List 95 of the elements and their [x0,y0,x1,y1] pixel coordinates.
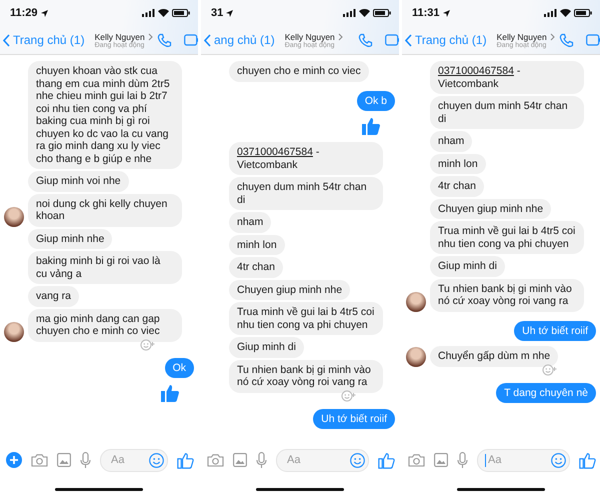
message-bubble: Giup minh nhe [28,228,112,249]
avatar[interactable] [406,346,426,366]
thumbs-up-icon[interactable] [378,452,395,468]
message-bubble: Trua minh về gui lai b 4tr5 coi nhu tien cong va phi chuyen [229,302,383,335]
video-camera-icon[interactable] [385,34,399,46]
message-field[interactable]: Aa [100,448,168,472]
message-bubble: chuyen cho e minh co viec [229,61,369,82]
status-time: 31 [211,7,224,19]
add-reaction-icon[interactable] [542,364,558,376]
message-bubble: minh lon [229,234,285,255]
message-bubble: ma gio minh dang can gap chuyen cho e minh co viec [28,308,182,342]
message-bubble: noi dung ck ghi kelly chuyen khoan [28,194,182,226]
message-bubble: 4tr chan [229,257,283,278]
account-number-link[interactable]: 0371000467584 [237,146,313,158]
wifi-icon [359,9,370,17]
emoji-icon[interactable] [350,452,365,468]
account-number-link[interactable]: 0371000467584 [438,65,514,77]
message-bubble: Giup minh di [229,337,304,358]
message-field[interactable]: Aa [276,448,369,472]
thumbs-up-icon[interactable] [160,383,180,403]
thumbs-up-icon[interactable] [177,452,194,468]
signal-icon [343,9,356,17]
camera-icon[interactable] [408,453,425,467]
message-bubble: Trua minh về gui lai b 4tr5 coi nhu tien cong va phi chuyen [430,221,584,254]
image-icon[interactable] [57,453,71,467]
microphone-icon[interactable] [80,452,91,468]
message-bubble: Ok [164,358,194,378]
message-bubble: baking minh bi gi roi vao là cu vảng a [28,251,182,284]
message-bubble: Chuyen giup minh nhe [229,280,350,300]
chevron-icon [148,32,153,40]
emoji-icon[interactable] [149,452,164,468]
message-bubble: 4tr chan [430,176,484,196]
avatar[interactable] [406,292,426,312]
home-indicator[interactable] [55,488,143,490]
message-bubble: Uh tớ biết roiif [514,320,596,341]
message-bubble: Uh tớ biết roiif [313,408,395,429]
message-bubble: Giup minh di [430,256,505,276]
wifi-icon [560,9,571,17]
status-time: 11:31 [412,7,440,19]
add-reaction-icon[interactable] [140,338,156,350]
contact-name[interactable]: Kelly Nguyen [284,32,335,42]
back-icon[interactable] [204,34,211,46]
emoji-icon[interactable] [551,452,566,468]
message-bubble: chuyen dum minh 54tr chan di [430,96,584,129]
avatar[interactable] [4,322,24,342]
signal-icon [544,9,557,17]
camera-icon[interactable] [31,453,48,467]
image-icon[interactable] [233,453,247,467]
chevron-icon [550,32,555,40]
message-bubble: nham [430,131,472,152]
contact-name[interactable]: Kelly Nguyen [94,32,145,42]
chevron-icon [338,32,343,40]
home-indicator[interactable] [457,488,545,490]
battery-icon [373,9,391,17]
image-icon[interactable] [434,453,448,467]
message-bubble: Tu nhien bank bị gi minh vào nó cứ xoay vòng roi vang ra [229,360,383,392]
phone-icon[interactable] [559,32,574,48]
message-bubble: Tu nhien bank bị gi minh vào nó cứ xoay vòng roi vang ra [430,278,584,312]
message-bubble: chuyen khoan vào stk cua thang em cua minh dùm 2tr5 nhe chieu minh gui lai b 2tr7 coi nhu tien cong va phí baking cua minh bị gì roi chuyen ko dc vao la cu vang ra gio minh dang xu ly viec cho thang e b giúp e nhe [28,61,182,169]
location-arrow-icon [40,10,48,16]
avatar[interactable] [4,206,24,226]
message-bubble: T dang chuyên nè [496,382,596,403]
home-indicator[interactable] [256,488,344,490]
message-bubble: Chuyen giup minh nhe [430,198,552,219]
battery-icon [172,9,190,17]
contact-name[interactable]: Kelly Nguyen [496,32,547,42]
message-bubble: Ok b [356,90,395,111]
message-bubble: 0371000467584 - Vietcombank [229,142,383,175]
add-reaction-icon[interactable] [341,390,357,402]
video-camera-icon[interactable] [586,34,600,46]
camera-icon[interactable] [207,453,224,467]
location-arrow-icon [226,10,234,16]
message-bubble: Chuyển gấp dùm m nhe [430,346,558,366]
phone-icon[interactable] [358,32,373,48]
thumbs-up-icon[interactable] [361,116,381,136]
microphone-icon[interactable] [256,452,267,468]
message-bubble: Giup minh voi nhe [28,171,129,192]
signal-icon [142,9,155,17]
battery-icon [574,9,592,17]
phone-icon[interactable] [157,32,172,48]
message-field[interactable]: Aa [477,448,570,472]
message-bubble: vang ra [28,286,80,306]
status-time: 11:29 [10,7,38,19]
microphone-icon[interactable] [457,452,468,468]
message-bubble: 0371000467584 - Vietcombank [430,61,584,94]
location-arrow-icon [442,10,450,16]
wifi-icon [158,9,169,17]
message-bubble: chuyen dum minh 54tr chan di [229,177,383,210]
thumbs-up-icon[interactable] [579,452,596,468]
plus-icon[interactable] [6,452,22,468]
back-icon[interactable] [405,34,412,46]
message-bubble: minh lon [430,154,486,174]
back-icon[interactable] [3,34,10,46]
video-camera-icon[interactable] [184,34,198,46]
message-bubble: nham [229,212,272,232]
